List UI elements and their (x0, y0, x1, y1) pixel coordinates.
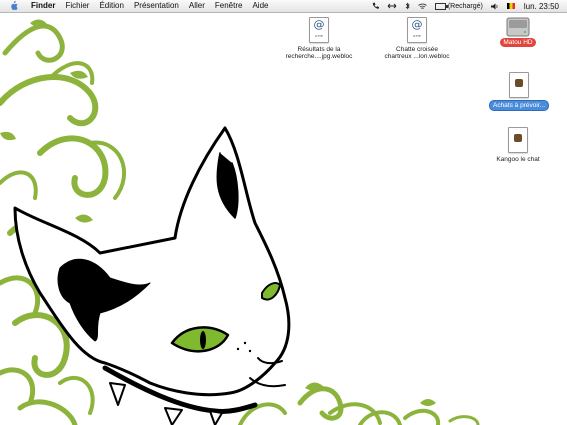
icon-label-line1: Résultats de la (297, 46, 341, 53)
menu-fichier[interactable]: Fichier (60, 0, 94, 12)
desktop-icon-webloc-chatte[interactable]: @ HTTP Chatte croisée chartreux ...lon.we… (379, 17, 455, 60)
icon-label: Kangoo le chat (496, 156, 540, 163)
icon-label: Matou HD (500, 38, 536, 47)
desktop-wallpaper (0, 19, 480, 425)
menu-finder[interactable]: Finder (26, 0, 60, 12)
hard-drive-icon (505, 16, 531, 38)
battery-status-text: (Rechargé) (447, 2, 483, 10)
battery-indicator[interactable]: (Rechargé) (434, 2, 483, 10)
webloc-file-icon: @ HTTP (309, 17, 329, 43)
menu-bar: Finder Fichier Édition Présentation Alle… (0, 0, 567, 13)
menu-clock[interactable]: lun. 23:50 (524, 2, 559, 11)
webloc-file-icon: @ HTTP (407, 17, 427, 43)
desktop-icon-hard-drive[interactable]: Matou HD (490, 16, 546, 47)
icon-label-line2: recherche....jpg.webloc (285, 53, 353, 60)
wifi-icon[interactable] (418, 3, 427, 10)
menu-presentation[interactable]: Présentation (129, 0, 184, 12)
icon-label-line2: chartreux ...lon.webloc (384, 53, 450, 60)
volume-icon[interactable] (490, 3, 499, 10)
phone-icon[interactable] (372, 2, 379, 10)
icon-label-line1: Chatte croisée (396, 46, 438, 53)
menu-edition[interactable]: Édition (94, 0, 128, 12)
menu-fenetre[interactable]: Fenêtre (210, 0, 248, 12)
cat-illustration (13, 126, 291, 425)
apple-menu-icon[interactable] (8, 1, 18, 11)
icon-label: Achats à prévoir... (488, 100, 550, 111)
keyboard-flag-icon[interactable] (506, 3, 516, 9)
image-file-icon (508, 127, 528, 153)
desktop-icon-kangoo[interactable]: Kangoo le chat (486, 127, 550, 163)
status-area: (Rechargé) lun. 23:50 (368, 0, 567, 12)
image-file-icon (509, 72, 529, 98)
bluetooth-icon[interactable] (405, 2, 410, 10)
desktop-icon-achats[interactable]: Achats à prévoir... (483, 72, 555, 111)
battery-icon (434, 2, 448, 10)
menu-aide[interactable]: Aide (247, 0, 273, 12)
desktop-icon-webloc-resultats[interactable]: @ HTTP Résultats de la recherche....jpg.w… (283, 17, 355, 60)
menu-aller[interactable]: Aller (184, 0, 210, 12)
sync-icon[interactable] (387, 3, 397, 9)
